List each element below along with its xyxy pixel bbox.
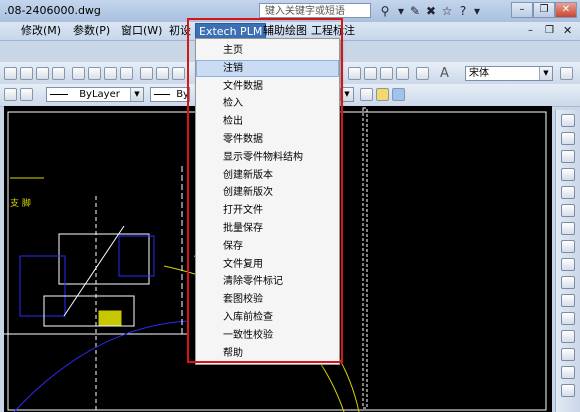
help-dropdown-icon[interactable]: ▾	[469, 3, 485, 19]
chevron-down-icon: ▼	[539, 67, 552, 80]
tool-redo-icon[interactable]	[156, 67, 169, 80]
tool-copy-object-icon[interactable]	[561, 132, 575, 145]
font-select[interactable]: 宋体 ▼	[465, 66, 553, 81]
maximize-button[interactable]: ❐	[533, 2, 555, 18]
layer-select-value: ByLayer	[79, 89, 120, 100]
part-hatch	[98, 310, 122, 326]
menu-option-12[interactable]: 文件复用	[196, 256, 339, 273]
lineweight-select-arrow[interactable]: ▼	[340, 87, 354, 102]
doc-minimize-icon[interactable]: –	[528, 25, 533, 36]
line-sample	[50, 93, 68, 95]
layer-select[interactable]: ByLayer ▼	[46, 87, 144, 102]
tool-rotate-icon[interactable]	[561, 222, 575, 235]
menu-option-9[interactable]: 打开文件	[196, 202, 339, 219]
tool-trim-icon[interactable]	[561, 276, 575, 289]
tool-scale-icon[interactable]	[561, 240, 575, 253]
tool-paste-icon[interactable]	[104, 67, 117, 80]
linetype-select[interactable]: By	[150, 87, 190, 102]
doc-restore-icon[interactable]: ❐	[545, 25, 554, 36]
tool-chamfer-icon[interactable]	[561, 348, 575, 361]
tool-erase-icon[interactable]	[561, 114, 575, 127]
tool-layer-manager-icon[interactable]	[392, 88, 405, 101]
text-style-icon[interactable]: A	[440, 66, 449, 81]
binoculars-icon[interactable]: ⚲	[377, 3, 393, 19]
menu-option-17[interactable]: 帮助	[196, 345, 339, 362]
tool-pan-icon[interactable]	[172, 67, 185, 80]
tool-mirror-icon[interactable]	[561, 150, 575, 163]
menu-option-7[interactable]: 创建新版本	[196, 167, 339, 184]
modify-toolbar	[555, 110, 580, 412]
doc-close-icon[interactable]: ✕	[563, 24, 572, 37]
menu-option-14[interactable]: 套图校验	[196, 291, 339, 308]
tool-print-icon[interactable]	[52, 67, 65, 80]
tool-stretch-icon[interactable]	[561, 258, 575, 271]
tool-new-icon[interactable]	[4, 67, 17, 80]
tool-join-icon[interactable]	[561, 330, 575, 343]
tool-array-icon[interactable]	[561, 186, 575, 199]
menu-option-2[interactable]: 文件数据	[196, 78, 339, 95]
menu-option-10[interactable]: 批量保存	[196, 220, 339, 237]
tool-properties-icon[interactable]	[348, 67, 361, 80]
extech-plm-menu: 主页 注销 文件数据 检入 检出 零件数据 显示零件物料结构 创建新版本 创建新版次 打开文件 批量…	[195, 38, 340, 365]
tool-design-center-icon[interactable]	[364, 67, 377, 80]
menu-parameters[interactable]: 参数(P)	[70, 24, 113, 38]
font-select-value: 宋体	[469, 68, 489, 79]
menu-option-0[interactable]: 主页	[196, 42, 339, 59]
menu-option-8[interactable]: 创建新版次	[196, 184, 339, 201]
tool-cut-icon[interactable]	[72, 67, 85, 80]
tool-match-icon[interactable]	[120, 67, 133, 80]
menu-option-4[interactable]: 检出	[196, 113, 339, 130]
menu-option-3[interactable]: 检入	[196, 95, 339, 112]
tool-save-icon[interactable]	[36, 67, 49, 80]
menu-option-6[interactable]: 显示零件物料结构	[196, 149, 339, 166]
menu-initial[interactable]: 初设	[166, 24, 194, 38]
menu-option-13[interactable]: 清除零件标记	[196, 273, 339, 290]
chevron-down-icon: ▼	[340, 88, 353, 101]
tool-calc-icon[interactable]	[396, 67, 409, 80]
tool-layer-prev-icon[interactable]	[20, 88, 33, 101]
menu-option-1[interactable]: 注销	[196, 59, 339, 77]
arc-line	[13, 320, 190, 412]
line-sample	[154, 93, 170, 95]
tools-icon[interactable]: ✎	[407, 3, 423, 19]
star-icon[interactable]: ☆	[439, 3, 455, 19]
menu-option-11[interactable]: 保存	[196, 238, 339, 255]
minimize-button[interactable]: –	[511, 2, 533, 18]
menu-annotation[interactable]: 工程标注	[308, 24, 358, 38]
tool-text-height-icon[interactable]	[560, 67, 573, 80]
sheet-border-right	[362, 107, 368, 409]
menu-option-15[interactable]: 入库前检查	[196, 309, 339, 326]
window-title: .08-2406000.dwg	[4, 4, 101, 17]
tool-help-icon[interactable]	[416, 67, 429, 80]
tool-move-icon[interactable]	[561, 204, 575, 217]
tool-open-icon[interactable]	[20, 67, 33, 80]
title-bar: .08-2406000.dwg 键入关键字或短语 ⚲ ▾ ✎ ✖ ☆ ? ▾ –…	[0, 0, 580, 23]
chevron-down-icon: ▼	[130, 88, 143, 101]
menu-drawing-aid[interactable]: 辅助绘图	[260, 24, 310, 38]
drawing-label: 支 脚	[10, 199, 31, 209]
exchange-icon[interactable]: ✖	[423, 3, 439, 19]
menu-option-5[interactable]: 零件数据	[196, 131, 339, 148]
tool-break-icon[interactable]	[561, 312, 575, 325]
linetype-select-value: By	[176, 89, 189, 100]
tool-offset-icon[interactable]	[561, 168, 575, 181]
part-left-body	[19, 255, 66, 317]
tool-layer-icon[interactable]	[4, 88, 17, 101]
menu-option-16[interactable]: 一致性校验	[196, 327, 339, 344]
menu-modify[interactable]: 修改(M)	[18, 24, 64, 38]
tool-fillet-icon[interactable]	[561, 366, 575, 379]
tool-explode-icon[interactable]	[561, 384, 575, 397]
tool-copy-icon[interactable]	[88, 67, 101, 80]
tool-color-icon[interactable]	[376, 88, 389, 101]
search-input[interactable]: 键入关键字或短语	[259, 3, 371, 18]
leader-line	[63, 225, 125, 317]
tool-extend-icon[interactable]	[561, 294, 575, 307]
tool-palette-icon[interactable]	[380, 67, 393, 80]
tool-undo-icon[interactable]	[140, 67, 153, 80]
close-button[interactable]: ✕	[555, 2, 577, 18]
menu-window[interactable]: 窗口(W)	[118, 24, 165, 38]
tool-plot-style-icon[interactable]	[360, 88, 373, 101]
